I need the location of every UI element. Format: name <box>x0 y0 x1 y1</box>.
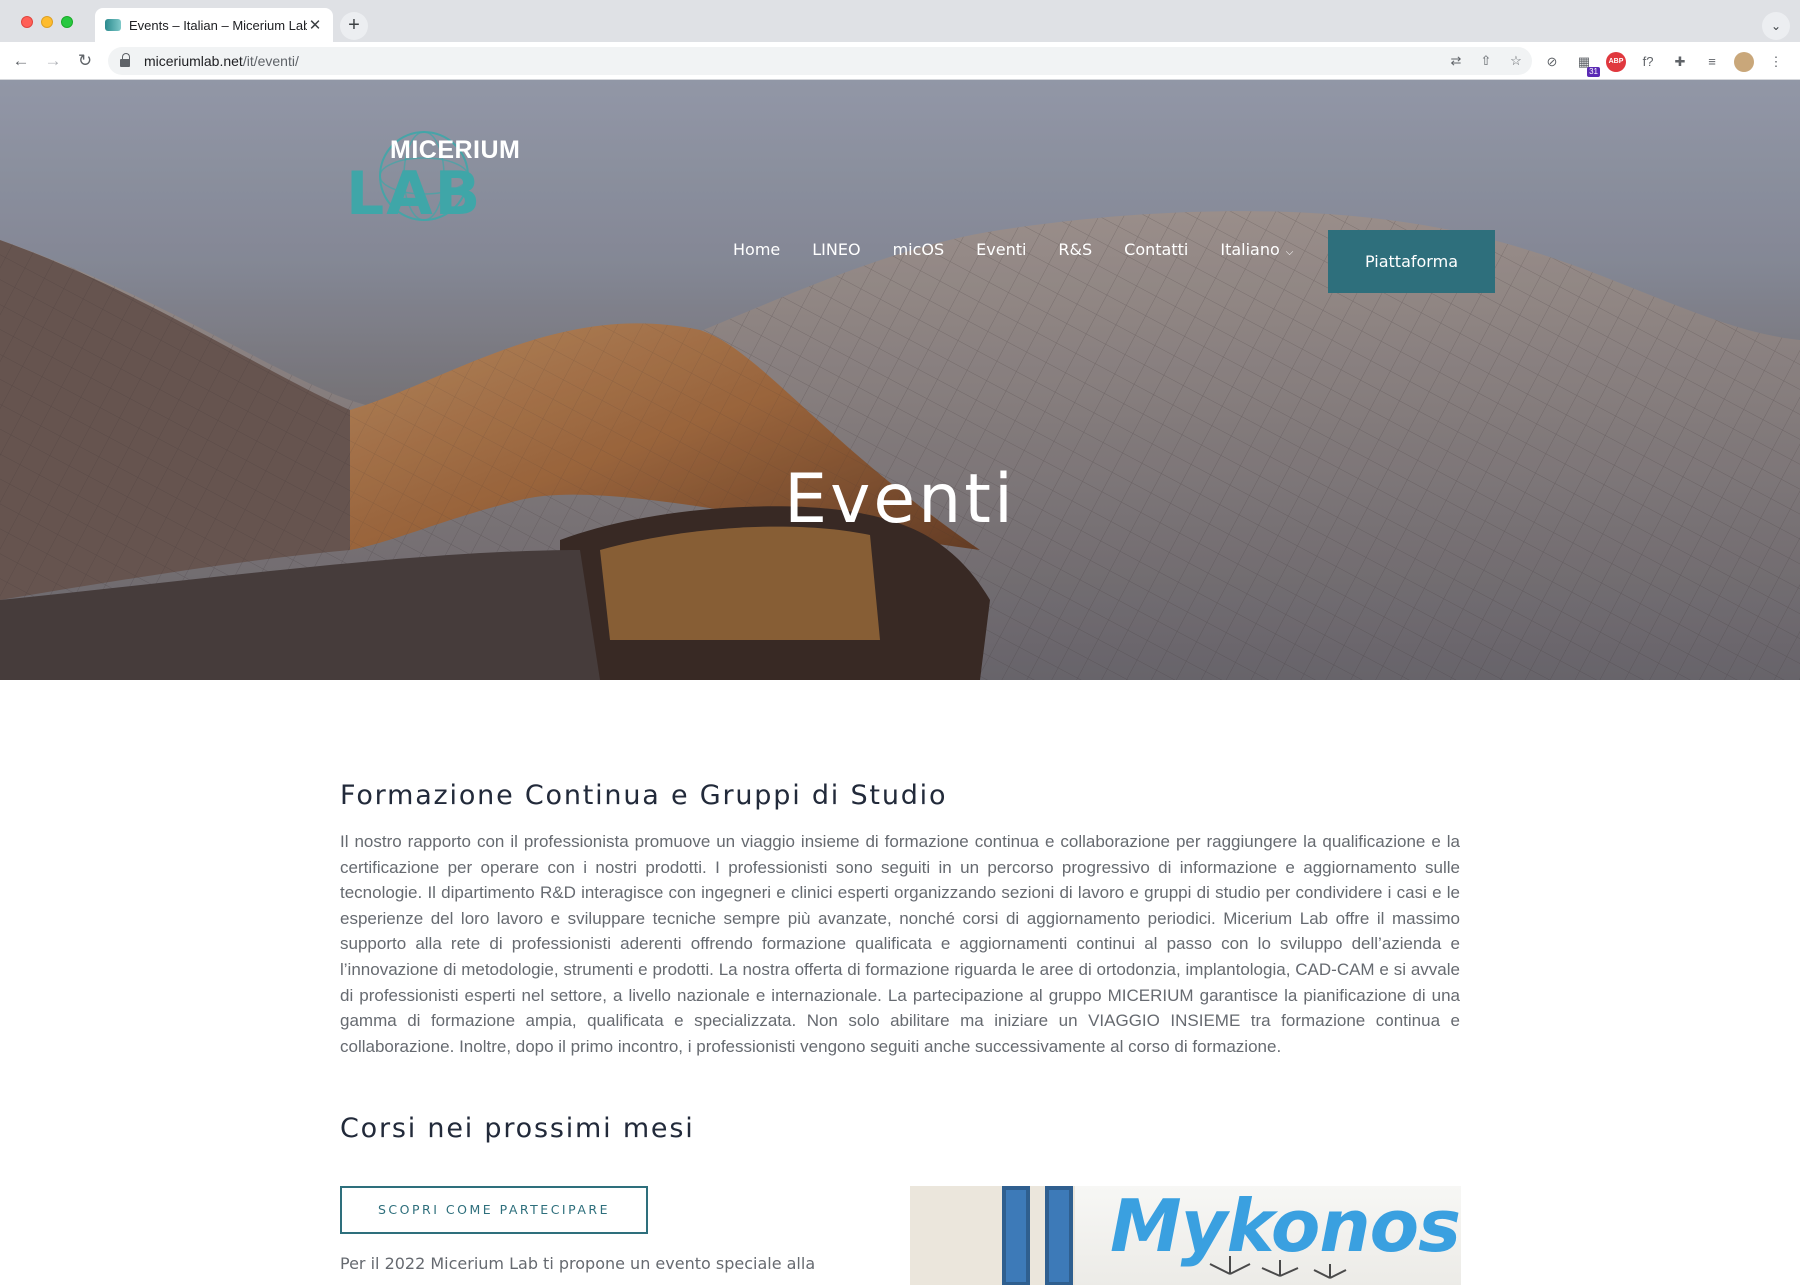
micerium-lab-logo[interactable]: MICERIUM LAB <box>346 126 520 229</box>
piattaforma-button[interactable]: Piattaforma <box>1328 230 1495 293</box>
reload-icon[interactable]: ↻ <box>73 49 97 73</box>
calendar-extension-icon[interactable]: ▦ 31 <box>1574 52 1600 77</box>
chevron-down-icon: ⌵ <box>1285 247 1294 258</box>
section-heading-corsi: Corsi nei prossimi mesi <box>340 1113 695 1144</box>
nav-home[interactable]: Home <box>733 240 780 259</box>
window-close-button[interactable] <box>21 16 33 28</box>
logo-text-lab: LAB <box>346 159 483 229</box>
window-zoom-button[interactable] <box>61 16 73 28</box>
browser-tab-active[interactable]: Events – Italian – Micerium Lab ✕ <box>95 8 333 42</box>
tab-title: Events – Italian – Micerium Lab <box>129 17 307 33</box>
profile-avatar[interactable] <box>1734 52 1754 72</box>
main-navigation: Home LINEO micOS Eventi R&S Contatti Ita… <box>733 240 1293 259</box>
intro-section: Formazione Continua e Gruppi di Studio I… <box>340 780 1460 1059</box>
hero-banner: MICERIUM LAB Home LINEO micOS Eventi R&S… <box>0 80 1800 680</box>
font-extension-icon[interactable]: f? <box>1638 52 1658 72</box>
back-arrow-icon[interactable]: ← <box>9 49 33 73</box>
site-favicon-icon <box>105 19 121 31</box>
section-heading-formazione: Formazione Continua e Gruppi di Studio <box>340 780 948 811</box>
promo-title-mykonos: Mykonos <box>1110 1186 1461 1268</box>
language-label: Italiano <box>1220 240 1280 259</box>
forward-arrow-icon[interactable]: → <box>41 49 65 73</box>
browser-menu-icon[interactable]: ⋮ <box>1766 52 1786 72</box>
extension-badge: 31 <box>1587 67 1600 77</box>
extensions-puzzle-icon[interactable]: ✚ <box>1670 52 1690 72</box>
nav-rs[interactable]: R&S <box>1058 240 1092 259</box>
hero-overlay <box>0 80 1800 680</box>
blocker-extension-icon[interactable]: ⊘ <box>1542 52 1562 72</box>
nav-contatti[interactable]: Contatti <box>1124 240 1188 259</box>
lock-icon <box>120 53 130 67</box>
mykonos-promo-image[interactable]: Mykonos <box>910 1186 1461 1285</box>
language-dropdown[interactable]: Italiano ⌵ <box>1220 240 1293 259</box>
url-path: /it/eventi/ <box>242 53 299 69</box>
nav-micos[interactable]: micOS <box>893 240 945 259</box>
page-title: Eventi <box>784 460 1016 539</box>
translate-icon[interactable]: ⇄ <box>1448 53 1464 69</box>
window-minimize-button[interactable] <box>41 16 53 28</box>
event-intro-text: Per il 2022 Micerium Lab ti propone un e… <box>340 1254 816 1273</box>
nav-lineo[interactable]: LINEO <box>812 240 860 259</box>
reading-list-icon[interactable]: ≡ <box>1702 52 1722 72</box>
browser-toolbar: ← → ↻ miceriumlab.net/it/eventi/ ⇄ ⇧ ☆ ⊘… <box>0 42 1800 80</box>
new-tab-button[interactable]: + <box>340 12 368 40</box>
url-text: miceriumlab.net/it/eventi/ <box>144 53 299 69</box>
url-host: miceriumlab.net <box>144 53 243 69</box>
scopri-come-partecipare-button[interactable]: SCOPRI COME PARTECIPARE <box>340 1186 648 1234</box>
address-bar[interactable]: miceriumlab.net/it/eventi/ ⇄ ⇧ ☆ <box>108 47 1532 75</box>
share-icon[interactable]: ⇧ <box>1478 53 1494 69</box>
section-paragraph: Il nostro rapporto con il professionista… <box>340 832 1460 1056</box>
adblock-extension-icon[interactable]: ABP <box>1606 52 1626 72</box>
bookmark-star-icon[interactable]: ☆ <box>1508 53 1524 69</box>
tab-search-chevron-icon[interactable]: ⌄ <box>1762 12 1790 40</box>
tab-close-icon[interactable]: ✕ <box>307 16 323 34</box>
browser-tab-bar: Events – Italian – Micerium Lab ✕ + ⌄ <box>0 0 1800 42</box>
nav-eventi[interactable]: Eventi <box>976 240 1026 259</box>
